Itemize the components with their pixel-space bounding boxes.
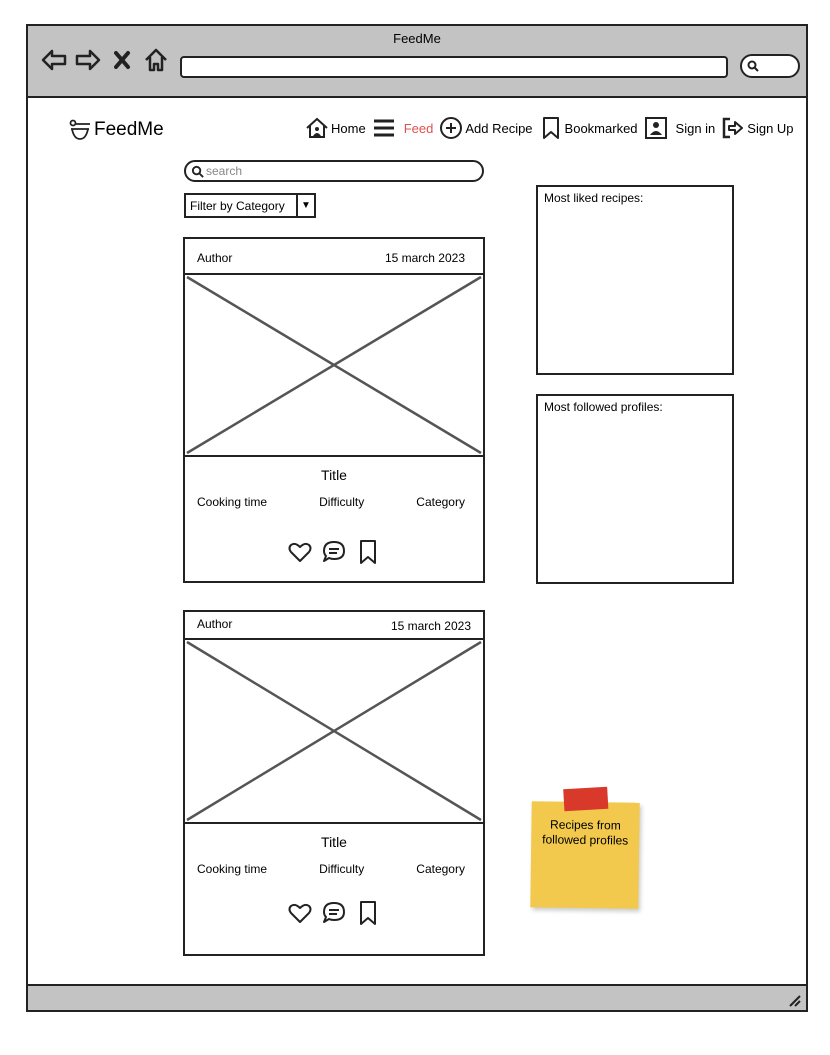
card-date: 15 march 2023: [390, 619, 471, 633]
difficulty: Difficulty: [319, 495, 365, 509]
nav-sign-up[interactable]: Sign Up: [721, 116, 794, 140]
cooking-time: Cooking time: [197, 862, 268, 876]
bookmark-icon: [542, 117, 559, 139]
nav-bookmarked-label: Bookmarked: [564, 120, 638, 136]
comment-icon[interactable]: [321, 900, 347, 926]
nav-sign-up-label: Sign Up: [747, 120, 794, 136]
card-meta: Cooking time Difficulty Category: [185, 862, 483, 876]
card-meta: Cooking time Difficulty Category: [185, 495, 483, 509]
address-bar[interactable]: [180, 56, 728, 78]
nav-add-recipe[interactable]: Add Recipe: [439, 116, 533, 140]
recipe-card[interactable]: Author 15 march 2023 Title Cooking time …: [183, 610, 485, 956]
recipe-image-placeholder[interactable]: [185, 273, 483, 457]
nav-feed[interactable]: Feed: [372, 116, 434, 140]
home-icon[interactable]: [142, 46, 170, 74]
category: Category: [416, 495, 465, 509]
app-logo[interactable]: FeedMe: [68, 118, 164, 142]
image-placeholder-icon: [186, 275, 482, 455]
sign-in-arrow-icon: [723, 117, 744, 139]
window-title: FeedMe: [393, 31, 441, 46]
search-input[interactable]: [206, 163, 466, 179]
card-author[interactable]: Author: [197, 617, 232, 631]
search-bar[interactable]: [184, 160, 484, 182]
add-circle-icon: [440, 117, 463, 139]
nav-feed-label: Feed: [403, 120, 434, 136]
heart-icon[interactable]: [287, 539, 313, 565]
nav-sign-in[interactable]: Sign in: [644, 116, 716, 140]
card-actions: [185, 539, 483, 565]
sticky-note: Recipes from followed profiles: [530, 786, 640, 909]
image-placeholder-icon: [186, 640, 482, 822]
card-title[interactable]: Title: [185, 834, 483, 850]
logo-text: FeedMe: [94, 119, 164, 140]
nav-add-recipe-label: Add Recipe: [465, 120, 533, 136]
bowl-icon: [69, 119, 90, 140]
sticky-tape: [563, 786, 609, 812]
bookmark-icon[interactable]: [355, 900, 381, 926]
nav-sign-in-label: Sign in: [675, 120, 716, 136]
browser-nav-controls: [40, 46, 170, 74]
title-bar: FeedMe: [28, 26, 806, 98]
most-liked-heading: Most liked recipes:: [544, 191, 644, 205]
sticky-note-text: Recipes from followed profiles: [542, 817, 629, 848]
cooking-time: Cooking time: [197, 495, 268, 509]
recipe-image-placeholder[interactable]: [185, 638, 483, 824]
card-header: Author 15 march 2023: [185, 239, 483, 273]
bookmark-icon[interactable]: [355, 539, 381, 565]
filter-label: Filter by Category: [190, 198, 285, 213]
close-icon[interactable]: [108, 46, 136, 74]
forward-arrow-icon[interactable]: [74, 46, 102, 74]
most-liked-recipes-panel: Most liked recipes:: [536, 185, 734, 375]
card-header: Author 15 march 2023: [185, 612, 483, 638]
browser-search-button[interactable]: [740, 54, 800, 78]
status-bar: [28, 984, 806, 1010]
card-author[interactable]: Author: [197, 251, 232, 265]
card-date: 15 march 2023: [384, 251, 465, 265]
nav-home[interactable]: Home: [305, 116, 366, 140]
most-followed-heading: Most followed profiles:: [544, 400, 663, 414]
heart-icon[interactable]: [287, 900, 313, 926]
resize-grip-icon[interactable]: [786, 992, 802, 1008]
nav-home-label: Home: [331, 120, 366, 136]
back-arrow-icon[interactable]: [40, 46, 68, 74]
card-actions: [185, 900, 483, 926]
home-icon: [306, 117, 328, 138]
search-icon: [191, 165, 204, 178]
menu-icon: [373, 119, 394, 137]
category-filter-dropdown[interactable]: Filter by Category ▼: [184, 193, 316, 218]
user-icon: [644, 117, 667, 139]
most-followed-profiles-panel: Most followed profiles:: [536, 394, 734, 584]
card-title[interactable]: Title: [185, 467, 483, 483]
difficulty: Difficulty: [319, 862, 365, 876]
category: Category: [416, 862, 465, 876]
comment-icon[interactable]: [321, 539, 347, 565]
nav-bookmarked[interactable]: Bookmarked: [539, 116, 638, 140]
recipe-card[interactable]: Author 15 march 2023 Title Cooking time …: [183, 237, 485, 583]
search-icon: [747, 60, 759, 72]
chevron-down-icon[interactable]: ▼: [296, 195, 314, 216]
top-navigation: Home Feed Add Recipe Bookmarked Sign in …: [305, 116, 800, 140]
